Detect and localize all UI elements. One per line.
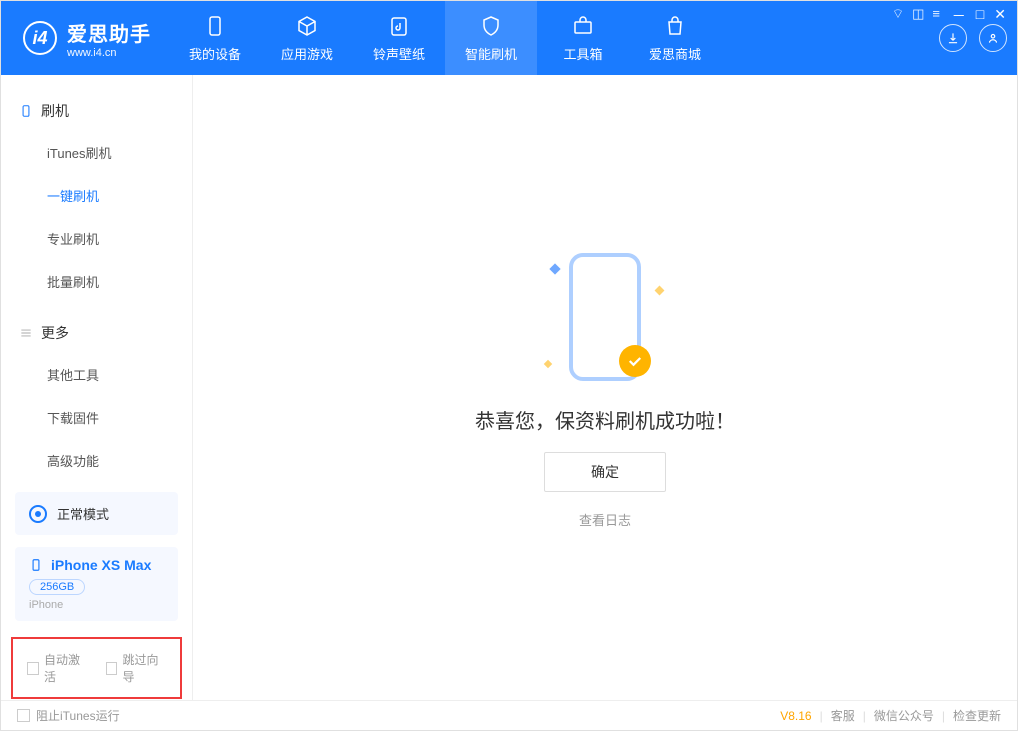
- logo-icon: i4: [23, 21, 57, 55]
- sidebar-item-advanced[interactable]: 高级功能: [1, 439, 192, 482]
- lock-icon[interactable]: ◫: [912, 6, 924, 22]
- device-small-icon: [29, 558, 43, 572]
- top-nav: 我的设备 应用游戏 铃声壁纸 智能刷机 工具箱 爱思商城: [169, 1, 721, 75]
- device-panel: 正常模式 iPhone XS Max 256GB iPhone: [1, 492, 192, 633]
- toolbox-icon: [571, 14, 595, 38]
- sidebar-header-label: 刷机: [41, 101, 69, 121]
- device-storage: 256GB: [29, 579, 85, 595]
- nav-toolbox[interactable]: 工具箱: [537, 1, 629, 75]
- options-highlight-box: 自动激活 跳过向导: [11, 637, 182, 699]
- nav-flash[interactable]: 智能刷机: [445, 1, 537, 75]
- titlebar-mini-icons: ⌔ ◫ ≡: [892, 6, 940, 22]
- sidebar-item-firmware[interactable]: 下载固件: [1, 396, 192, 439]
- download-icon: [946, 31, 960, 45]
- sidebar-item-itunes[interactable]: iTunes刷机: [1, 131, 192, 174]
- nav-label: 工具箱: [563, 44, 602, 63]
- nav-ringtones[interactable]: 铃声壁纸: [353, 1, 445, 75]
- nav-label: 应用游戏: [281, 44, 333, 63]
- footer-left: 阻止iTunes运行: [17, 707, 120, 724]
- footer: 阻止iTunes运行 V8.16 | 客服 | 微信公众号 | 检查更新: [1, 700, 1017, 730]
- list-icon: [19, 326, 33, 340]
- main-content: 恭喜您，保资料刷机成功啦！ 确定 查看日志: [193, 75, 1017, 700]
- device-icon: [19, 104, 33, 118]
- nav-apps[interactable]: 应用游戏: [261, 1, 353, 75]
- bag-icon: [663, 14, 687, 38]
- user-icon: [986, 31, 1000, 45]
- sparkle-icon: [549, 263, 560, 274]
- separator: |: [863, 709, 866, 723]
- cube-icon: [295, 14, 319, 38]
- separator: |: [820, 709, 823, 723]
- device-name: iPhone XS Max: [51, 557, 151, 573]
- menu-icon[interactable]: ≡: [932, 6, 940, 22]
- sidebar: 刷机 iTunes刷机 一键刷机 专业刷机 批量刷机 更多 其他工具 下载固件 …: [1, 75, 193, 700]
- logo-subtitle: www.i4.cn: [67, 47, 151, 59]
- checkbox-block-itunes[interactable]: 阻止iTunes运行: [17, 707, 120, 724]
- mode-label: 正常模式: [57, 504, 109, 523]
- checkbox-auto-activate[interactable]: 自动激活: [27, 651, 88, 685]
- sidebar-item-other[interactable]: 其他工具: [1, 353, 192, 396]
- sidebar-item-onekey[interactable]: 一键刷机: [1, 174, 192, 217]
- success-message: 恭喜您，保资料刷机成功啦！: [475, 405, 735, 434]
- header: ⌔ ◫ ≡ － □ ✕ i4 爱思助手 www.i4.cn 我的设备 应用游戏 …: [1, 1, 1017, 75]
- footer-right: V8.16 | 客服 | 微信公众号 | 检查更新: [780, 707, 1001, 724]
- customer-service-link[interactable]: 客服: [831, 707, 855, 724]
- tshirt-icon[interactable]: ⌔: [892, 6, 904, 22]
- separator: |: [942, 709, 945, 723]
- checkbox-icon: [17, 709, 30, 722]
- checkbox-icon: [106, 662, 118, 675]
- nav-label: 智能刷机: [465, 44, 517, 63]
- sidebar-section-more: 更多 其他工具 下载固件 高级功能: [1, 313, 192, 482]
- sidebar-section-flash: 刷机 iTunes刷机 一键刷机 专业刷机 批量刷机: [1, 91, 192, 303]
- check-badge-icon: [619, 345, 651, 377]
- phone-icon: [203, 14, 227, 38]
- sparkle-icon: [655, 285, 665, 295]
- sidebar-header-more[interactable]: 更多: [1, 313, 192, 353]
- checkbox-label: 跳过向导: [122, 651, 166, 685]
- nav-label: 我的设备: [189, 44, 241, 63]
- window-controls: － □ ✕: [952, 6, 1006, 26]
- mode-icon: [29, 505, 47, 523]
- nav-label: 铃声壁纸: [373, 44, 425, 63]
- checkbox-label: 阻止iTunes运行: [36, 707, 120, 724]
- logo[interactable]: i4 爱思助手 www.i4.cn: [1, 1, 169, 75]
- check-update-link[interactable]: 检查更新: [953, 707, 1001, 724]
- minimize-button[interactable]: －: [952, 6, 966, 26]
- sidebar-item-batch[interactable]: 批量刷机: [1, 260, 192, 303]
- checkbox-label: 自动激活: [44, 651, 88, 685]
- nav-label: 爱思商城: [649, 44, 701, 63]
- mode-indicator[interactable]: 正常模式: [15, 492, 178, 535]
- close-button[interactable]: ✕: [994, 6, 1006, 26]
- sparkle-icon: [544, 359, 552, 367]
- confirm-button[interactable]: 确定: [544, 452, 666, 492]
- device-name-row: iPhone XS Max: [29, 557, 164, 573]
- music-icon: [387, 14, 411, 38]
- sidebar-item-pro[interactable]: 专业刷机: [1, 217, 192, 260]
- download-button[interactable]: [939, 24, 967, 52]
- body: 刷机 iTunes刷机 一键刷机 专业刷机 批量刷机 更多 其他工具 下载固件 …: [1, 75, 1017, 700]
- version-label: V8.16: [780, 709, 811, 723]
- device-info[interactable]: iPhone XS Max 256GB iPhone: [15, 547, 178, 621]
- maximize-button[interactable]: □: [976, 6, 984, 26]
- logo-title: 爱思助手: [67, 18, 151, 47]
- nav-my-device[interactable]: 我的设备: [169, 1, 261, 75]
- checkbox-skip-guide[interactable]: 跳过向导: [106, 651, 167, 685]
- view-log-link[interactable]: 查看日志: [579, 510, 631, 529]
- sidebar-header-flash[interactable]: 刷机: [1, 91, 192, 131]
- shield-icon: [479, 14, 503, 38]
- checkbox-icon: [27, 662, 39, 675]
- device-type: iPhone: [29, 599, 164, 611]
- success-illustration: [545, 247, 665, 387]
- user-button[interactable]: [979, 24, 1007, 52]
- wechat-link[interactable]: 微信公众号: [874, 707, 934, 724]
- sidebar-header-label: 更多: [41, 323, 69, 343]
- check-icon: [626, 352, 644, 370]
- nav-store[interactable]: 爱思商城: [629, 1, 721, 75]
